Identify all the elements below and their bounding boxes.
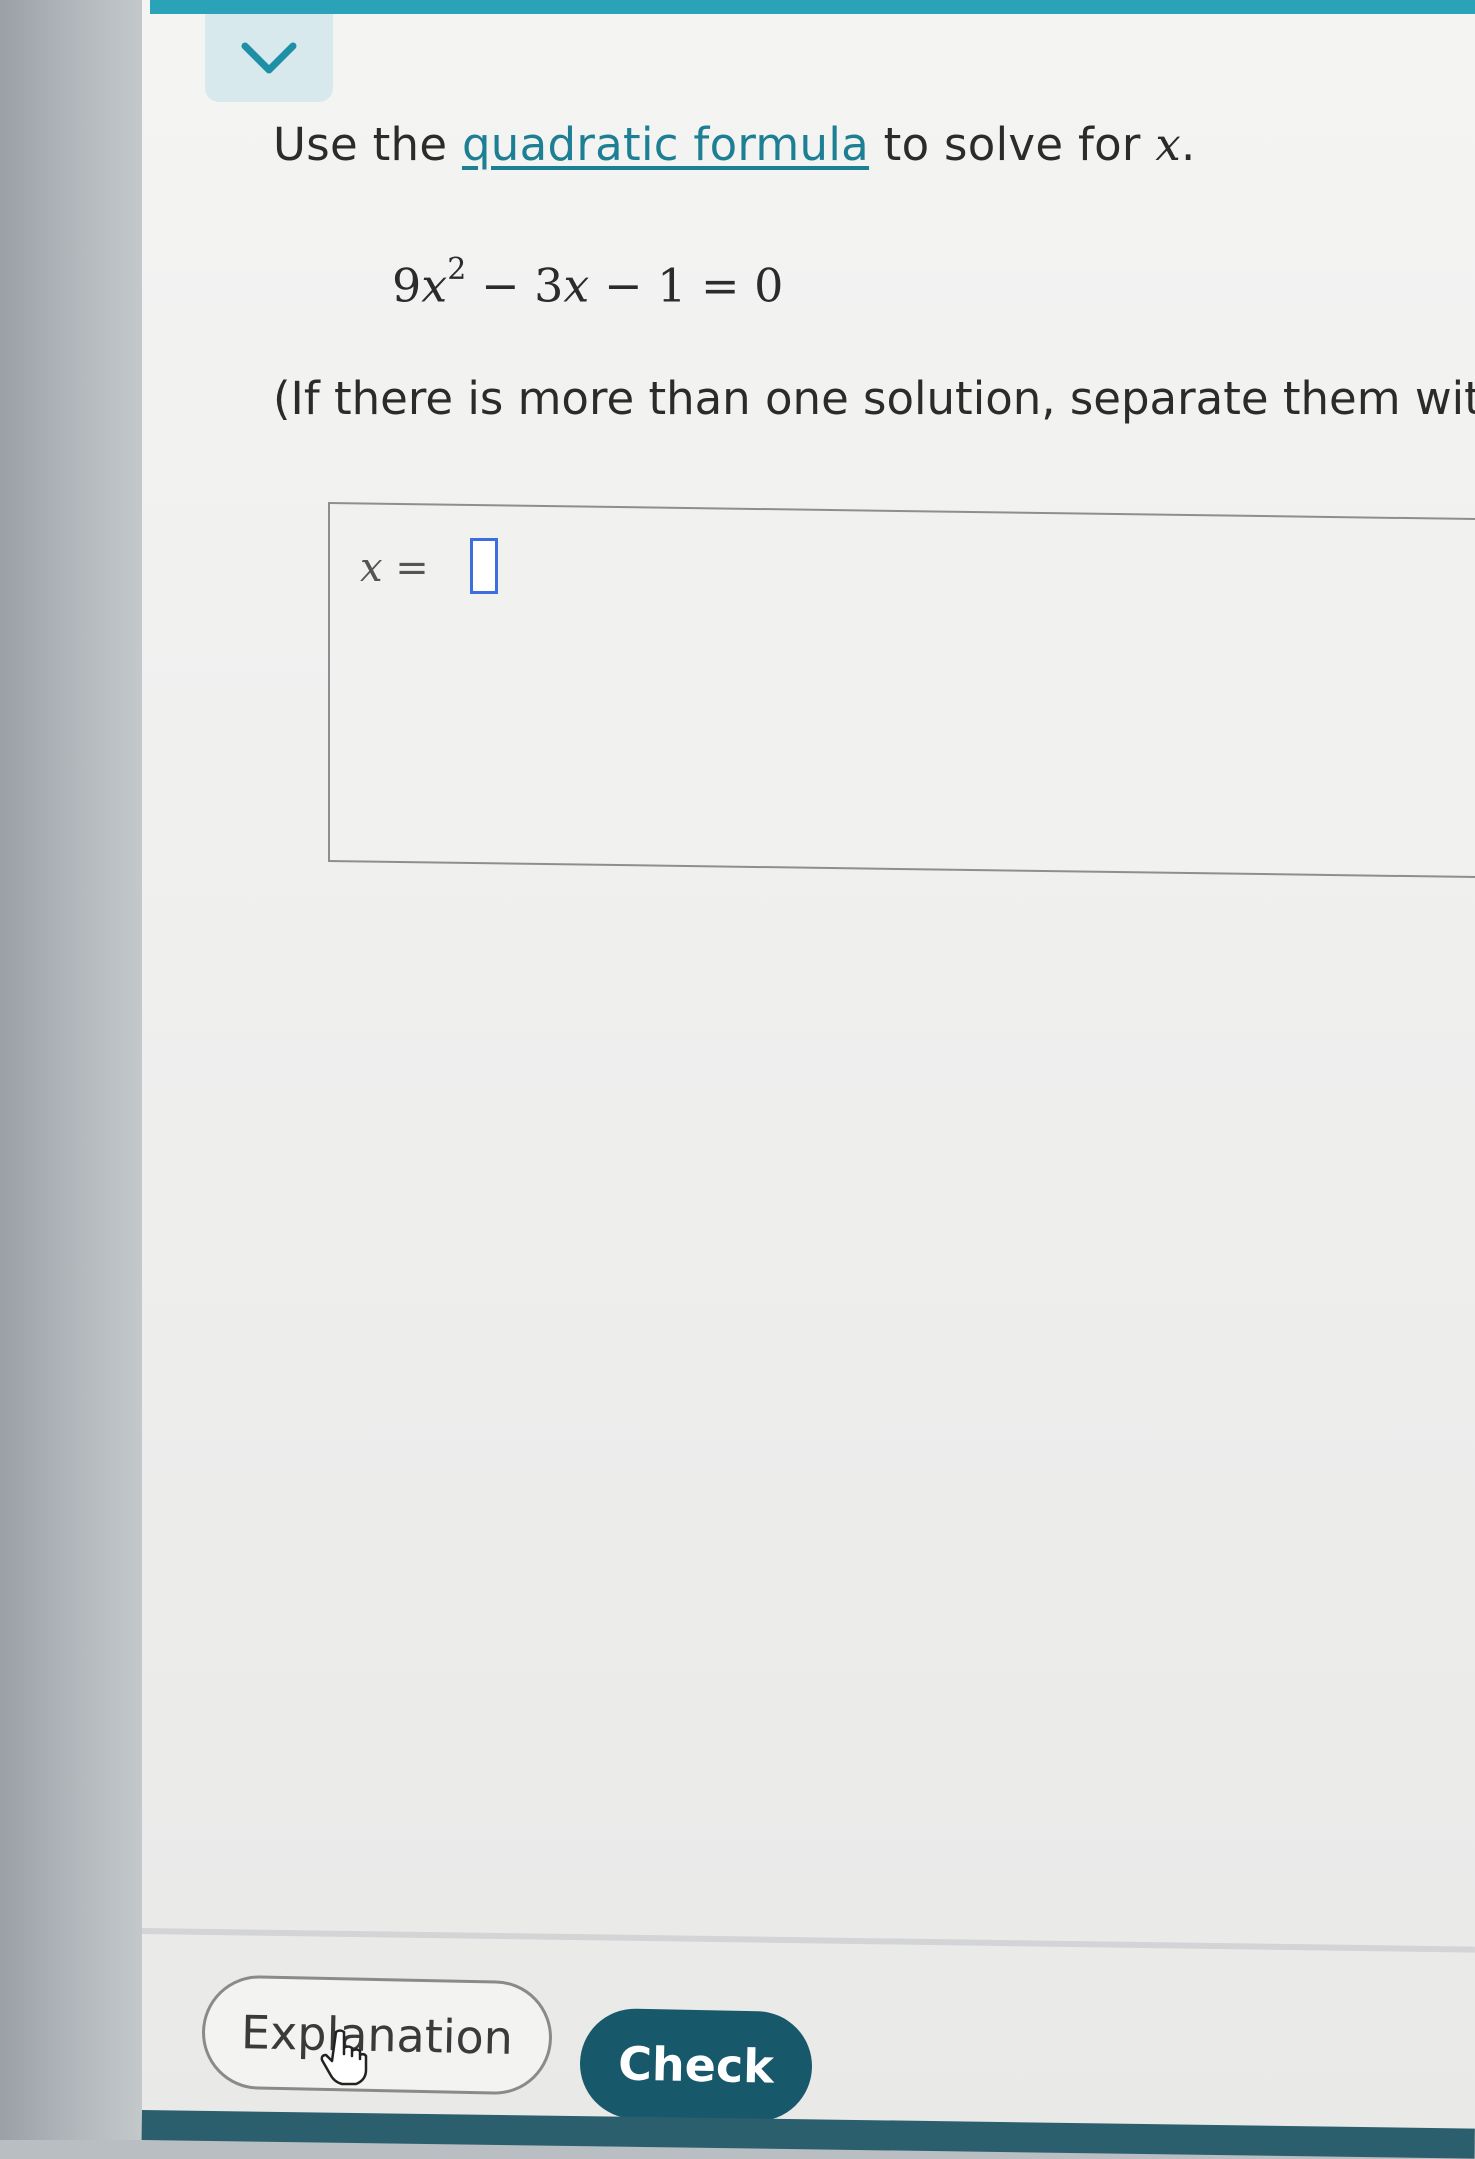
top-accent-bar bbox=[150, 0, 1475, 14]
content-panel bbox=[142, 0, 1475, 2140]
prompt-text-start: Use the bbox=[273, 118, 462, 171]
equation-var-2: x bbox=[563, 258, 590, 313]
answer-area bbox=[328, 502, 1475, 879]
answer-label: x = bbox=[360, 545, 429, 591]
equation-rest: − 1 = 0 bbox=[589, 258, 784, 313]
prompt-period: . bbox=[1181, 118, 1196, 171]
equation-exponent: 2 bbox=[447, 252, 467, 287]
equation-var: x bbox=[421, 258, 448, 313]
explanation-button[interactable]: Explanation bbox=[200, 1974, 554, 2096]
left-sidebar-strip bbox=[0, 0, 142, 2140]
prompt-text-middle: to solve for bbox=[869, 118, 1156, 171]
answer-equals: = bbox=[382, 545, 429, 591]
quadratic-equation: 9x2 − 3x − 1 = 0 bbox=[392, 252, 784, 313]
equation-middle: − 3 bbox=[466, 258, 564, 313]
instruction-text: (If there is more than one solution, sep… bbox=[273, 372, 1475, 425]
quadratic-formula-link[interactable]: quadratic formula bbox=[462, 118, 869, 171]
prompt-variable: x bbox=[1155, 118, 1182, 171]
equation-coef-a: 9 bbox=[392, 258, 422, 313]
chevron-down-icon bbox=[241, 42, 297, 74]
collapse-toggle-button[interactable] bbox=[205, 14, 333, 102]
question-prompt: Use the quadratic formula to solve for x… bbox=[273, 118, 1196, 171]
check-button[interactable]: Check bbox=[578, 2007, 814, 2123]
answer-variable: x bbox=[360, 545, 383, 591]
answer-input[interactable] bbox=[470, 538, 498, 594]
hand-cursor-icon bbox=[320, 2029, 368, 2086]
